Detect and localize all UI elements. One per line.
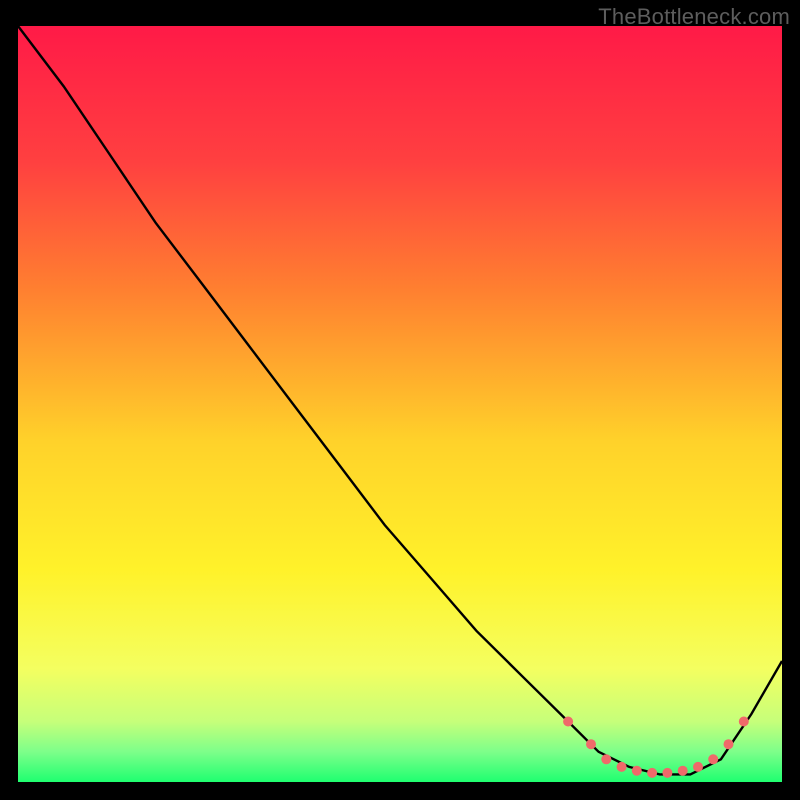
highlight-dot bbox=[586, 739, 596, 749]
highlight-dot bbox=[647, 768, 657, 778]
chart-frame: TheBottleneck.com bbox=[0, 0, 800, 800]
highlight-dot bbox=[601, 754, 611, 764]
highlight-dot bbox=[632, 766, 642, 776]
bottleneck-chart bbox=[0, 0, 800, 800]
plot-background bbox=[18, 26, 782, 782]
highlight-dot bbox=[617, 762, 627, 772]
highlight-dot bbox=[708, 754, 718, 764]
highlight-dot bbox=[563, 717, 573, 727]
watermark-label: TheBottleneck.com bbox=[598, 4, 790, 30]
highlight-dot bbox=[662, 768, 672, 778]
highlight-dot bbox=[678, 766, 688, 776]
highlight-dot bbox=[693, 762, 703, 772]
highlight-dot bbox=[724, 739, 734, 749]
highlight-dot bbox=[739, 717, 749, 727]
